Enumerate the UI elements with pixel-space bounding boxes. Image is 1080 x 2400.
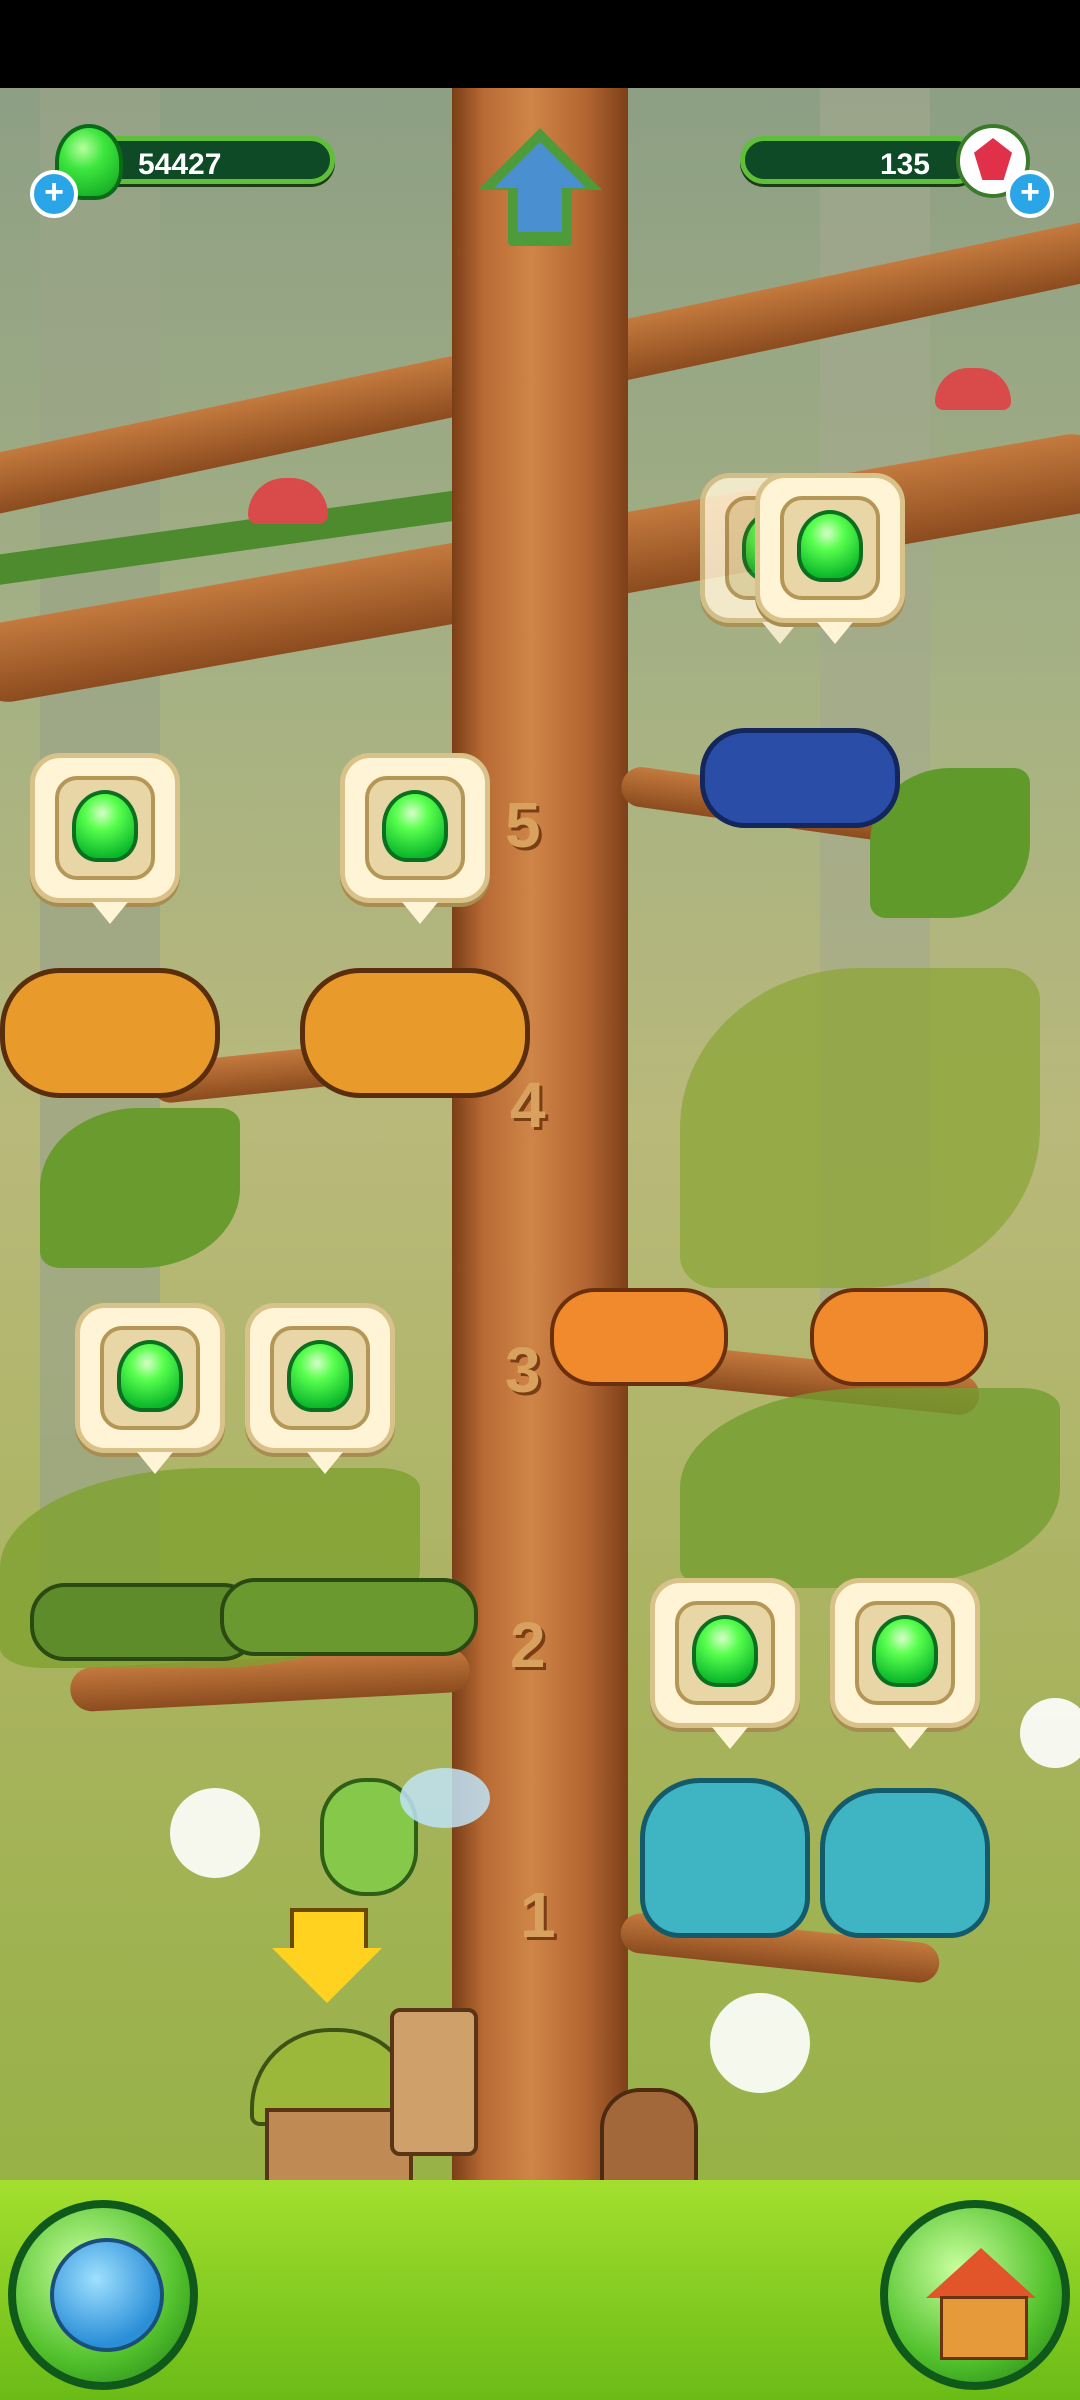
blue-animal-sleeping[interactable]: [700, 728, 900, 828]
gem-bubble[interactable]: [75, 1303, 225, 1474]
bubble-card: [245, 1303, 395, 1474]
world-map-button[interactable]: [8, 2200, 198, 2390]
ruby-count: 135: [879, 148, 930, 181]
green-gem-icon: [382, 790, 448, 862]
raccoon-sleeping[interactable]: [300, 968, 530, 1098]
bubble-inner: [100, 1326, 200, 1430]
tree-trunk: [452, 88, 628, 2288]
add-gems-button[interactable]: +: [30, 170, 78, 218]
fox-sleeping[interactable]: [810, 1288, 988, 1386]
house-icon-body: [940, 2296, 1028, 2360]
level-number: 5: [505, 789, 541, 861]
gem-bubble[interactable]: [650, 1578, 800, 1749]
mushroom: [935, 368, 1011, 410]
bubble-inner: [675, 1601, 775, 1705]
house-icon: [926, 2248, 1036, 2360]
up-arrow-icon[interactable]: [478, 128, 602, 252]
gem-bubble[interactable]: [755, 473, 905, 644]
bubble-inner: [855, 1601, 955, 1705]
green-gem-icon: [117, 1340, 183, 1412]
bubble-card: [340, 753, 490, 924]
foliage: [680, 968, 1040, 1288]
down-arrow-head: [272, 1948, 382, 2003]
game-scene: 5 4 3 2 1 54427 + 135 +: [0, 88, 1080, 2400]
fairy-wing: [400, 1768, 490, 1828]
frog-sitting[interactable]: [640, 1778, 810, 1938]
white-flower: [710, 1993, 810, 2093]
level-number: 2: [510, 1609, 546, 1681]
level-number: 1: [520, 1879, 556, 1951]
green-gem-icon: [287, 1340, 353, 1412]
bubble-inner: [55, 776, 155, 880]
fox-sleeping[interactable]: [550, 1288, 728, 1386]
bubble-inner: [270, 1326, 370, 1430]
arrow-inner-head: [494, 142, 586, 188]
gem-count: 54427: [138, 148, 222, 181]
green-gem-icon: [797, 510, 863, 582]
bubble-card: [830, 1578, 980, 1749]
house-tower: [390, 2008, 478, 2156]
status-bar: [0, 0, 1080, 88]
green-gem-icon: [872, 1615, 938, 1687]
gem-bubble[interactable]: [30, 753, 180, 924]
level-number: 3: [505, 1334, 541, 1406]
add-rubies-button[interactable]: +: [1006, 170, 1054, 218]
house-icon-roof: [926, 2248, 1036, 2298]
mushroom: [248, 478, 328, 524]
bubble-inner: [365, 776, 465, 880]
globe-icon: [50, 2238, 164, 2352]
bubble-card: [75, 1303, 225, 1474]
bubble-card: [650, 1578, 800, 1749]
bubble-inner: [780, 496, 880, 600]
level-number: 4: [510, 1069, 546, 1141]
raccoon-sleeping[interactable]: [0, 968, 220, 1098]
foliage: [40, 1108, 240, 1268]
frog-sitting[interactable]: [820, 1788, 990, 1938]
white-flower: [170, 1788, 260, 1878]
gem-bubble[interactable]: [245, 1303, 395, 1474]
green-gem-icon: [72, 790, 138, 862]
arrow-inner-shaft: [518, 186, 562, 232]
white-flower: [1020, 1698, 1080, 1768]
ruby-counter[interactable]: 135: [740, 136, 980, 184]
gem-bubble[interactable]: [830, 1578, 980, 1749]
foliage: [680, 1388, 1060, 1588]
green-gem-icon: [692, 1615, 758, 1687]
gem-bubble[interactable]: [340, 753, 490, 924]
crocodile-sleeping[interactable]: [220, 1578, 478, 1656]
bubble-card: [30, 753, 180, 924]
home-button[interactable]: [880, 2200, 1070, 2390]
ruby-shape: [974, 138, 1012, 180]
bubble-card: [755, 473, 905, 644]
